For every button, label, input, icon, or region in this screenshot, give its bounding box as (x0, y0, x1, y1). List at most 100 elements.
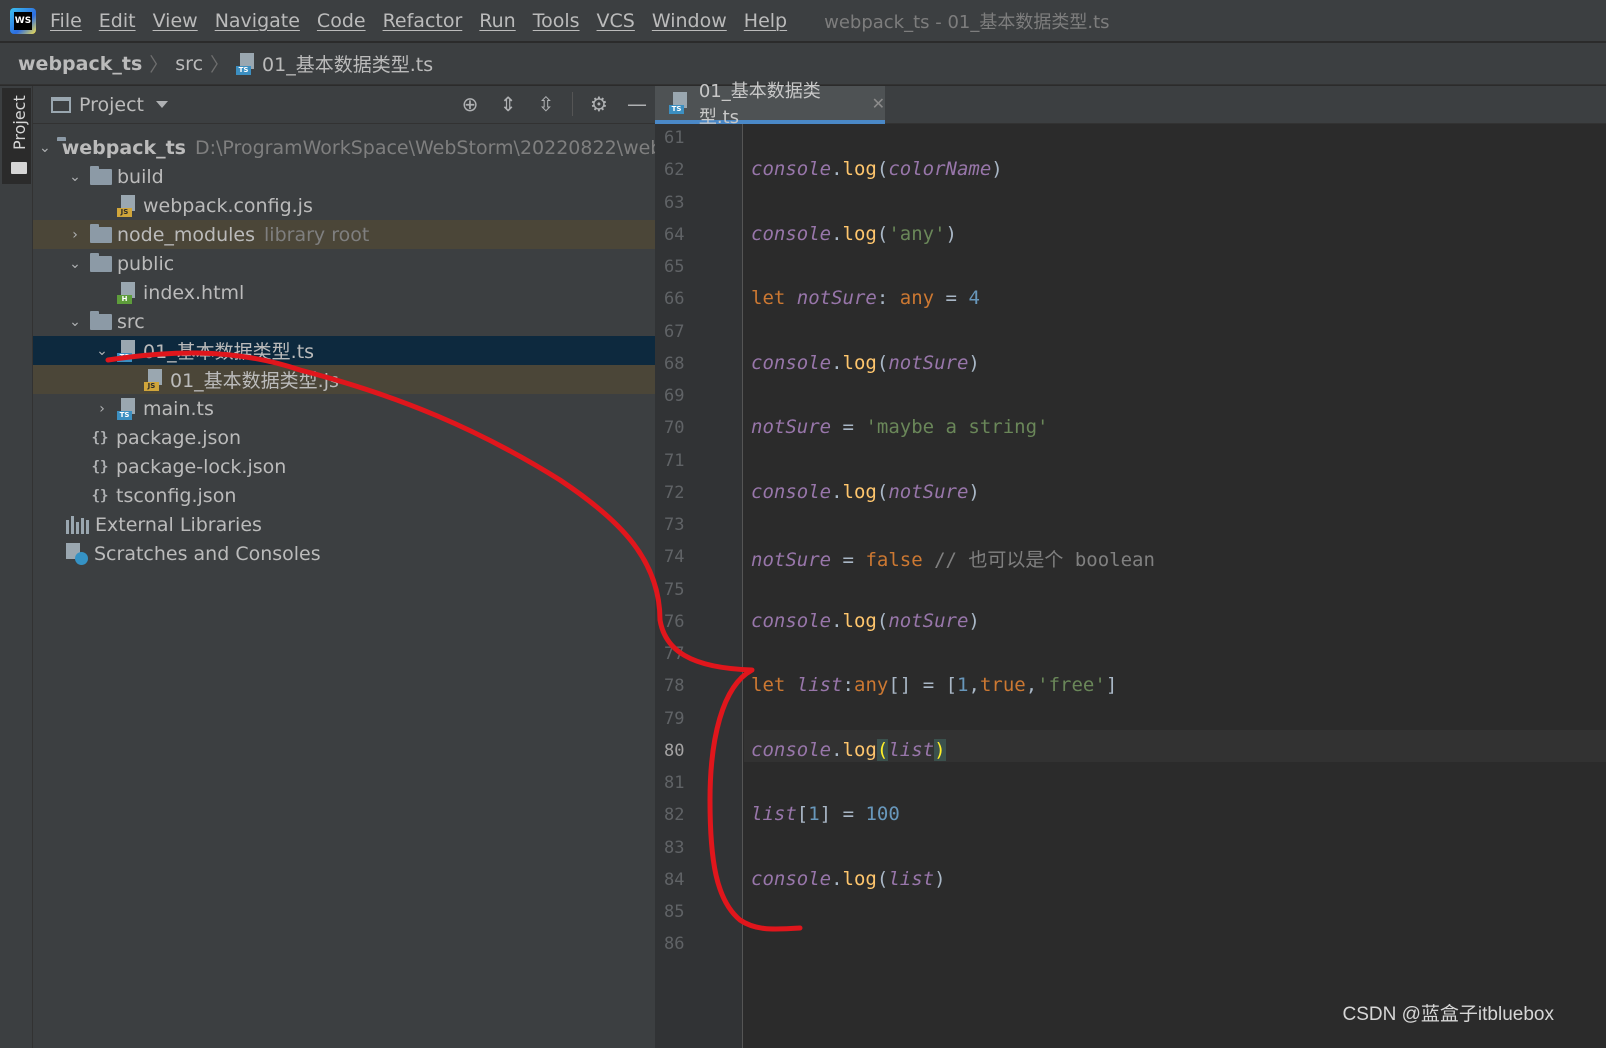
tree-item-tsconfig-json[interactable]: {} tsconfig.json (33, 481, 655, 510)
libraries-icon (66, 515, 90, 534)
folder-icon (90, 310, 112, 330)
menu-view[interactable]: View (153, 10, 198, 32)
ts-file-icon: TS (669, 92, 689, 114)
chevron-down-icon[interactable]: ⌄ (39, 139, 51, 157)
project-view-icon (51, 96, 71, 113)
locate-file-icon[interactable]: ⊕ (458, 92, 482, 116)
line-number: 69 (664, 386, 685, 406)
code-line[interactable]: list[1] = 100 (751, 803, 900, 825)
expand-all-icon[interactable]: ⇕ (496, 92, 520, 116)
code-line[interactable]: let list:any[] = [1,true,'free'] (751, 674, 1117, 696)
tree-item-webpack-ts[interactable]: ⌄ webpack_ts D:\ProgramWorkSpace\WebStor… (33, 133, 655, 162)
line-number: 84 (664, 869, 685, 890)
js-file-icon: JS (144, 368, 164, 391)
tree-item-label: main.ts (143, 397, 214, 420)
tree-item-label: public (117, 252, 175, 275)
folder-icon (90, 165, 112, 185)
chevron-down-icon[interactable] (156, 101, 169, 108)
gear-icon[interactable]: ⚙ (587, 92, 611, 116)
code-line[interactable]: notSure = false // 也可以是个 boolean (751, 545, 1155, 572)
tree-item-package-json[interactable]: {} package.json (33, 423, 655, 452)
project-tool-label: Project (10, 95, 29, 150)
menu-vcs[interactable]: VCS (597, 10, 635, 32)
hide-panel-icon[interactable]: — (625, 92, 649, 116)
code-line[interactable]: notSure = 'maybe a string' (751, 416, 1048, 438)
line-number: 82 (664, 805, 685, 826)
project-path: D:\ProgramWorkSpace\WebStorm\20220822\we… (195, 136, 655, 159)
tree-item-basic-types-js[interactable]: JS 01_基本数据类型.js (33, 365, 655, 394)
tree-item-main-ts[interactable]: › TS main.ts (33, 394, 655, 423)
json-file-icon: {} (91, 458, 109, 475)
tree-item-webpack-config[interactable]: JS webpack.config.js (33, 191, 655, 220)
line-number: 76 (664, 611, 685, 632)
folder-icon (11, 162, 27, 174)
menu-window[interactable]: Window (652, 10, 727, 32)
folder-icon (90, 252, 112, 272)
chevron-down-icon[interactable]: ⌄ (93, 342, 111, 360)
menu-help[interactable]: Help (744, 10, 787, 32)
tree-item-label: node_modules (117, 223, 256, 246)
chevron-right-icon[interactable]: › (66, 226, 84, 244)
line-number: 62 (664, 160, 685, 181)
menu-edit[interactable]: Edit (99, 10, 136, 32)
breadcrumb-folder[interactable]: src (175, 53, 203, 75)
tree-item-index-html[interactable]: H index.html (33, 278, 655, 307)
toolbar-divider (572, 92, 573, 116)
code-line[interactable]: console.log(notSure) (751, 610, 980, 632)
chevron-right-icon[interactable]: › (93, 400, 111, 418)
editor-tab-bar: TS 01_基本数据类型.ts ✕ (655, 81, 1606, 128)
menu-navigate[interactable]: Navigate (215, 10, 300, 32)
project-view-selector[interactable]: Project (79, 94, 144, 116)
line-number: 61 (664, 128, 685, 148)
project-tool-tab[interactable]: Project (2, 88, 31, 184)
chevron-down-icon[interactable]: ⌄ (66, 313, 84, 331)
line-number: 67 (664, 321, 685, 342)
js-file-icon: JS (117, 194, 137, 217)
code-line[interactable]: console.log(colorName) (751, 158, 1003, 180)
tree-item-label: package.json (116, 426, 242, 449)
breadcrumb-project[interactable]: webpack_ts (18, 53, 142, 75)
editor-tab-basic-types-ts[interactable]: TS 01_基本数据类型.ts ✕ (655, 81, 885, 128)
close-icon[interactable]: ✕ (872, 94, 885, 113)
line-number: 86 (664, 934, 685, 955)
webstorm-logo-icon[interactable] (10, 7, 36, 34)
tree-item-public[interactable]: ⌄ public (33, 249, 655, 278)
line-number: 83 (664, 837, 685, 858)
tree-item-basic-types-ts[interactable]: ⌄ TS 01_基本数据类型.ts (33, 336, 655, 365)
code-line[interactable]: console.log(list) (751, 738, 946, 761)
window-title: webpack_ts - 01_基本数据类型.ts (824, 11, 1110, 33)
breadcrumb-separator: 〉 (210, 54, 230, 76)
menu-run[interactable]: Run (479, 10, 515, 32)
tool-window-strip: Project (0, 86, 33, 1048)
menu-file[interactable]: File (50, 10, 82, 32)
menu-bar: File Edit View Navigate Code Refactor Ru… (0, 0, 1606, 42)
folder-icon (90, 223, 112, 243)
tree-item-src[interactable]: ⌄ src (33, 307, 655, 336)
code-line[interactable]: console.log(list) (751, 868, 946, 890)
menu-refactor[interactable]: Refactor (383, 10, 463, 32)
code-line[interactable]: console.log(notSure) (751, 481, 980, 503)
tree-item-external-libraries[interactable]: External Libraries (33, 510, 655, 539)
breadcrumb-file[interactable]: 01_基本数据类型.ts (262, 50, 433, 77)
tree-item-label: package-lock.json (116, 455, 287, 478)
tree-item-build[interactable]: ⌄ build (33, 162, 655, 191)
menu-code[interactable]: Code (317, 10, 366, 32)
scratches-icon (66, 542, 88, 565)
code-line[interactable]: let notSure: any = 4 (751, 287, 980, 309)
code-line[interactable]: console.log(notSure) (751, 352, 980, 374)
code-line[interactable]: console.log('any') (751, 223, 957, 245)
collapse-all-icon[interactable]: ⇳ (534, 92, 558, 116)
chevron-down-icon[interactable]: ⌄ (66, 255, 84, 273)
line-number: 81 (664, 773, 685, 793)
tree-item-scratches[interactable]: Scratches and Consoles (33, 539, 655, 568)
tree-item-label: build (117, 165, 164, 188)
line-number: 66 (664, 289, 685, 310)
tree-item-package-lock-json[interactable]: {} package-lock.json (33, 452, 655, 481)
chevron-down-icon[interactable]: ⌄ (66, 168, 84, 186)
editor-area: TS 01_基本数据类型.ts ✕ 61 62 63 64 65 66 67 68 69 70 71… (655, 81, 1606, 1048)
json-file-icon: {} (91, 487, 109, 504)
html-file-icon: H (117, 281, 137, 304)
ts-file-icon: TS (117, 339, 137, 362)
menu-tools[interactable]: Tools (533, 10, 580, 32)
tree-item-node-modules[interactable]: › node_modules library root (33, 220, 655, 249)
